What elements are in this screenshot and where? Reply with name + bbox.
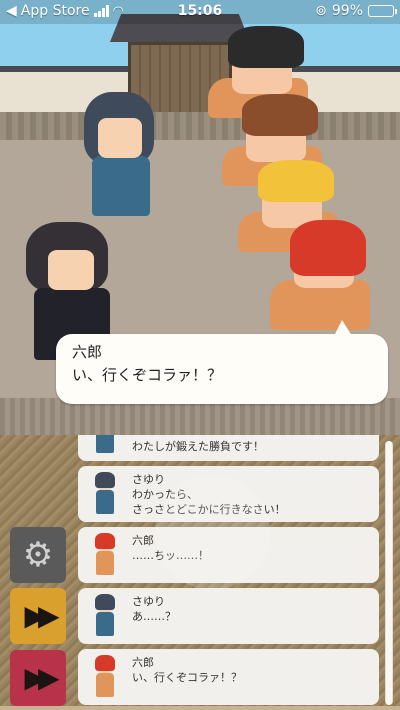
dialogue-speaker: 六郎: [72, 343, 103, 361]
status-right: ⊚ 99%: [315, 3, 397, 19]
log-scrollbar-thumb[interactable]: [386, 441, 392, 705]
avatar-sayuri: [92, 472, 118, 516]
log-text: わたしが鍛えた勝負です！: [132, 440, 264, 453]
log-scrollbar[interactable]: [385, 441, 393, 705]
avatar-rokuro: [92, 533, 118, 577]
log-entry[interactable]: さゆり あ……？: [78, 588, 379, 644]
log-text: い、行くぞコラァ！？: [132, 671, 242, 684]
dialogue-text: い、行くぞコラァ！？: [72, 366, 223, 384]
fast-forward-icon: ▶▶: [24, 661, 59, 694]
wall-base: [0, 112, 400, 142]
avatar-sayuri: [92, 594, 118, 638]
fast-forward-icon: ▶▶: [24, 599, 59, 632]
gear-icon: ⚙: [22, 535, 54, 575]
dialogue-bubble[interactable]: 六郎 い、行くぞコラァ！？: [56, 320, 388, 404]
avatar-rokuro: [92, 655, 118, 699]
log-text: わかったら、: [132, 488, 198, 501]
battery-percent: 99%: [331, 3, 363, 19]
settings-button[interactable]: ⚙: [10, 527, 66, 583]
avatar-sayuri: [92, 435, 118, 455]
log-entry[interactable]: わたしが鍛えた勝負です！: [78, 435, 379, 461]
log-text-line2: さっさとどこかに行きなさい！: [132, 503, 286, 516]
log-speaker: さゆり: [132, 595, 165, 608]
log-speaker: さゆり: [132, 473, 165, 486]
log-speaker: 六郎: [132, 534, 154, 547]
log-entry[interactable]: 六郎 ……ちッ……！: [78, 527, 379, 583]
character-sayuri: [78, 92, 164, 232]
battery-icon: [368, 5, 397, 17]
auto-button[interactable]: ▶▶: [10, 650, 66, 706]
status-bar: ◀ App Store ◠ 15:06 ⊚ 99%: [0, 0, 400, 24]
message-log-list[interactable]: わたしが鍛えた勝負です！ さゆり わかったら、 さっさとどこかに行きなさい！ 六…: [78, 435, 380, 710]
log-text: ……ちッ……！: [132, 549, 209, 562]
log-text: あ……？: [132, 610, 176, 623]
skip-button[interactable]: ▶▶: [10, 588, 66, 644]
log-speaker: 六郎: [132, 656, 154, 669]
game-scene[interactable]: 六郎 い、行くぞコラァ！？: [0, 0, 400, 435]
log-entry[interactable]: さゆり わかったら、 さっさとどこかに行きなさい！: [78, 466, 379, 522]
thug-red-hair: [270, 220, 380, 330]
log-entry[interactable]: 六郎 い、行くぞコラァ！？: [78, 649, 379, 705]
orientation-lock-icon: ⊚: [315, 3, 327, 19]
